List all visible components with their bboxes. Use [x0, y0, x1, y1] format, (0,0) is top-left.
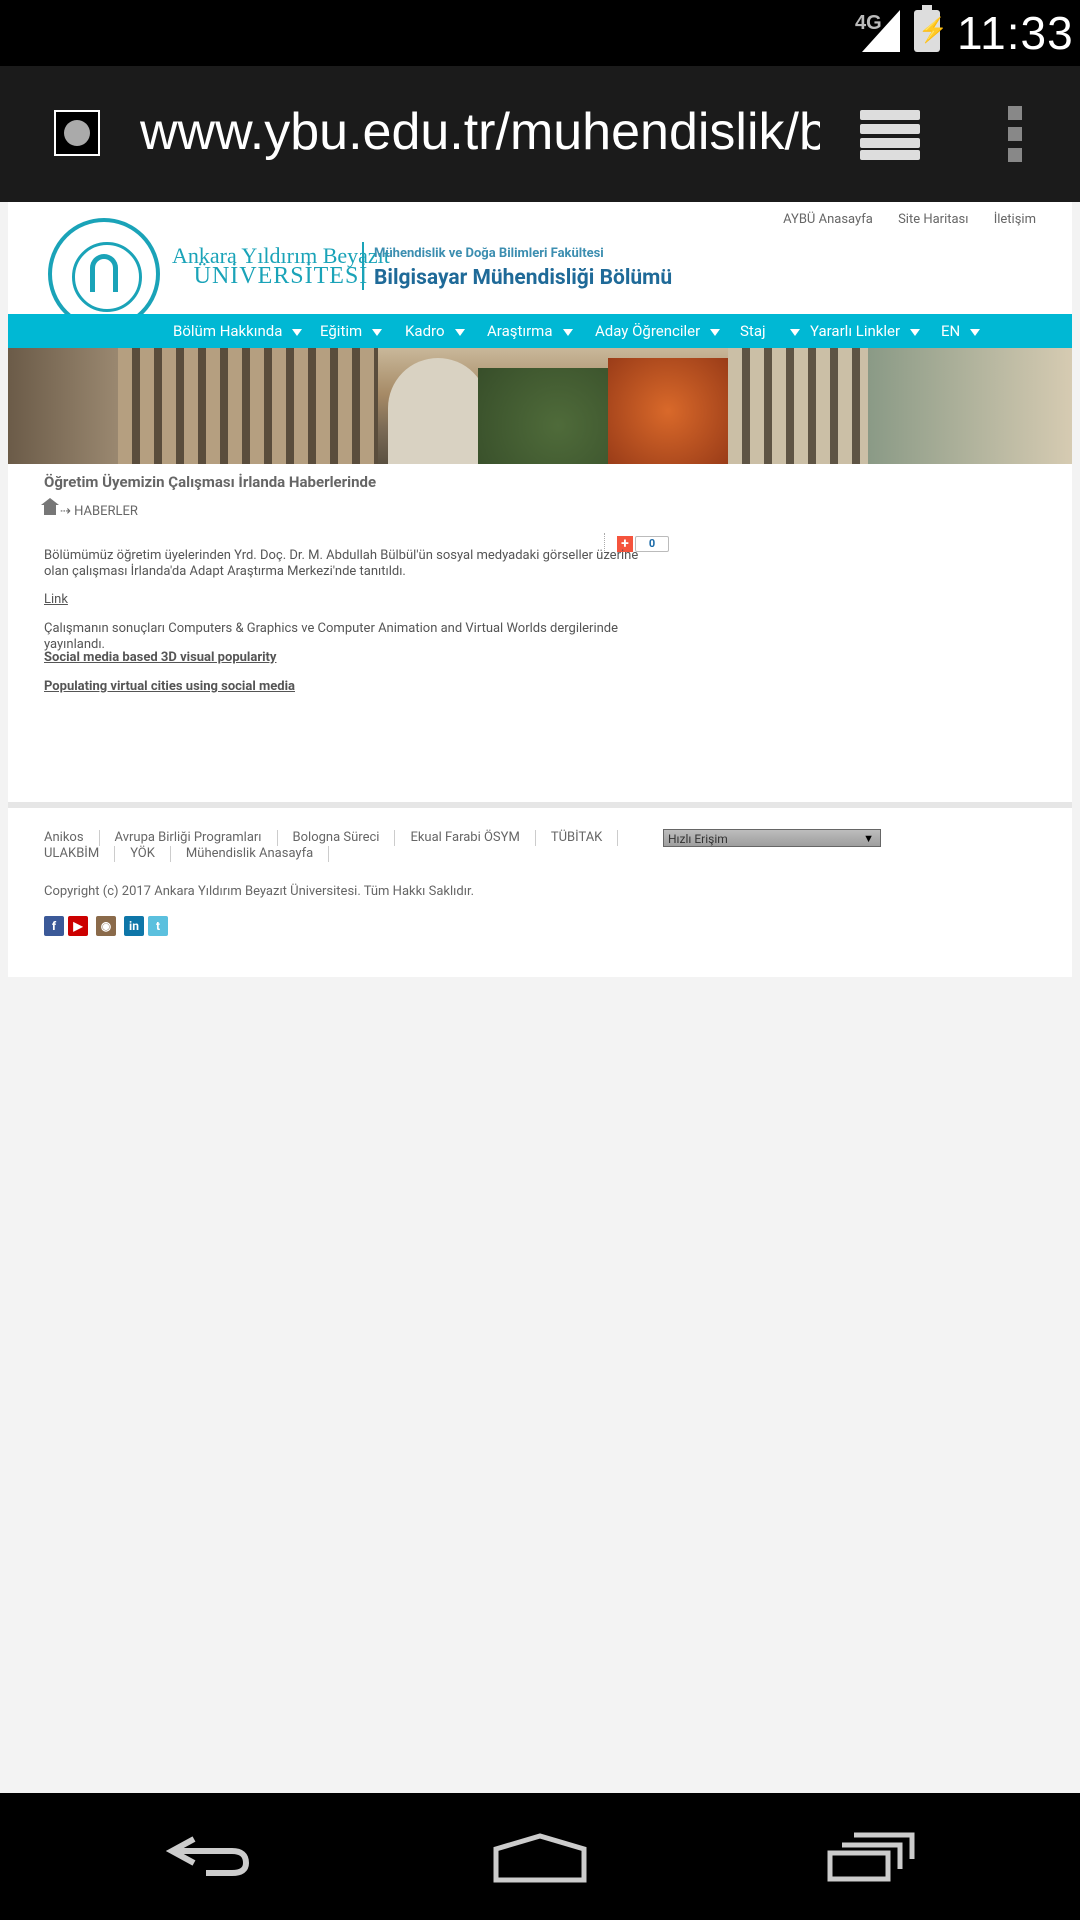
nav-item-research[interactable]: Araştırma [487, 314, 573, 350]
instagram-icon[interactable]: ◉ [96, 916, 116, 936]
copyright-text: Copyright (c) 2017 Ankara Yıldırım Beyaz… [44, 884, 474, 899]
paper-link-popularity[interactable]: Social media based 3D visual popularity [44, 650, 276, 665]
site-globe-icon[interactable] [54, 110, 100, 156]
linkedin-icon[interactable]: in [124, 916, 144, 936]
browser-toolbar: www.ybu.edu.tr/muhendislik/bi [0, 66, 1080, 202]
article-paragraph-2: Çalışmanın sonuçları Computers & Graphic… [44, 621, 619, 652]
social-icons: f ▶ ◉ in t [44, 915, 172, 936]
caret-down-icon [372, 328, 383, 336]
department-name[interactable]: Bilgisayar Mühendisliği Bölümü [374, 266, 672, 290]
paper-link-virtual-cities[interactable]: Populating virtual cities using social m… [44, 679, 295, 694]
url-bar[interactable]: www.ybu.edu.tr/muhendislik/bi [140, 102, 820, 162]
quick-access-select[interactable]: Hızlı Erişim ▼ [663, 829, 881, 847]
breadcrumb-news[interactable]: HABERLER [74, 504, 138, 519]
nav-item-about[interactable]: Bölüm Hakkında [173, 314, 303, 350]
article-link[interactable]: Link [44, 592, 68, 607]
nav-item-internship[interactable]: Staj [740, 314, 800, 350]
web-page: AYBÜ Anasayfa Site Haritası İletişim Ank… [8, 202, 1072, 977]
footer-link-anikos[interactable]: Anikos [44, 830, 100, 846]
footer-link-eu[interactable]: Avrupa Birliği Programları [115, 830, 278, 846]
top-link-home[interactable]: AYBÜ Anasayfa [783, 212, 873, 227]
clock: 11:33 [957, 7, 1074, 59]
link-row-1: Link [44, 592, 664, 608]
caret-down-icon [562, 328, 573, 336]
footer-link-ulakbim[interactable]: ULAKBİM [44, 846, 116, 862]
status-bar: 4G ⚡ 11:33 [0, 0, 1080, 66]
article-title: Öğretim Üyemizin Çalışması İrlanda Haber… [44, 473, 377, 491]
top-link-contact[interactable]: İletişim [994, 212, 1036, 227]
tabs-icon[interactable] [860, 110, 922, 160]
caret-down-icon [789, 328, 800, 336]
main-nav: Bölüm Hakkında Eğitim Kadro Araştırma Ad… [8, 314, 1072, 350]
recents-icon[interactable] [826, 1831, 916, 1883]
header-divider [362, 242, 364, 290]
caret-down-icon [292, 328, 303, 336]
battery-icon: ⚡ [914, 5, 948, 52]
nav-item-staff[interactable]: Kadro [405, 314, 465, 350]
quick-access-value: Hızlı Erişim [668, 832, 728, 846]
home-icon[interactable] [41, 498, 59, 515]
footer-link-osym[interactable]: Ekual Farabi ÖSYM [410, 830, 536, 846]
university-name-line2: ÜNİVERSİTESİ [193, 263, 369, 289]
home-icon[interactable] [492, 1833, 588, 1883]
link-row-3: Populating virtual cities using social m… [44, 679, 664, 695]
university-name[interactable]: Ankara Yıldırım Beyazıt ÜNİVERSİTESİ [172, 245, 390, 289]
link-row-2: Social media based 3D visual popularity [44, 650, 664, 666]
footer-link-tubitak[interactable]: TÜBİTAK [551, 830, 619, 846]
breadcrumb: ⇢ HABERLER [41, 498, 138, 519]
caret-down-icon [710, 328, 721, 336]
twitter-icon[interactable]: t [148, 916, 168, 936]
breadcrumb-arrow: ⇢ [60, 504, 75, 519]
caret-down-icon [970, 328, 981, 336]
footer-link-engineering-home[interactable]: Mühendislik Anasayfa [186, 846, 330, 862]
caret-down-icon [454, 328, 465, 336]
system-nav-bar [0, 1793, 1080, 1920]
article-paragraph-1: Bölümümüz öğretim üyelerinden Yrd. Doç. … [44, 548, 639, 579]
facebook-icon[interactable]: f [44, 916, 64, 936]
nav-item-links[interactable]: Yararlı Linkler [810, 314, 921, 350]
back-icon[interactable] [166, 1833, 252, 1877]
campus-banner-image [8, 348, 1072, 464]
caret-down-icon [910, 328, 921, 336]
nav-item-education[interactable]: Eğitim [320, 314, 383, 350]
nav-item-language[interactable]: EN [941, 314, 981, 350]
faculty-name[interactable]: Mühendislik ve Doğa Bilimleri Fakültesi [374, 246, 604, 261]
top-links: AYBÜ Anasayfa Site Haritası İletişim [761, 212, 1036, 227]
footer-link-yok[interactable]: YÖK [130, 846, 171, 862]
top-link-sitemap[interactable]: Site Haritası [898, 212, 968, 227]
footer-divider [8, 802, 1072, 808]
youtube-icon[interactable]: ▶ [68, 916, 88, 936]
footer-link-bologna[interactable]: Bologna Süreci [293, 830, 396, 846]
overflow-menu-icon[interactable] [1008, 106, 1024, 166]
signal-icon [862, 10, 900, 52]
dropdown-arrow-icon: ▼ [863, 832, 874, 845]
footer-links: Anikos Avrupa Birliği Programları Bologna … [44, 830, 644, 862]
nav-item-prospective[interactable]: Aday Öğrenciler [595, 314, 721, 350]
